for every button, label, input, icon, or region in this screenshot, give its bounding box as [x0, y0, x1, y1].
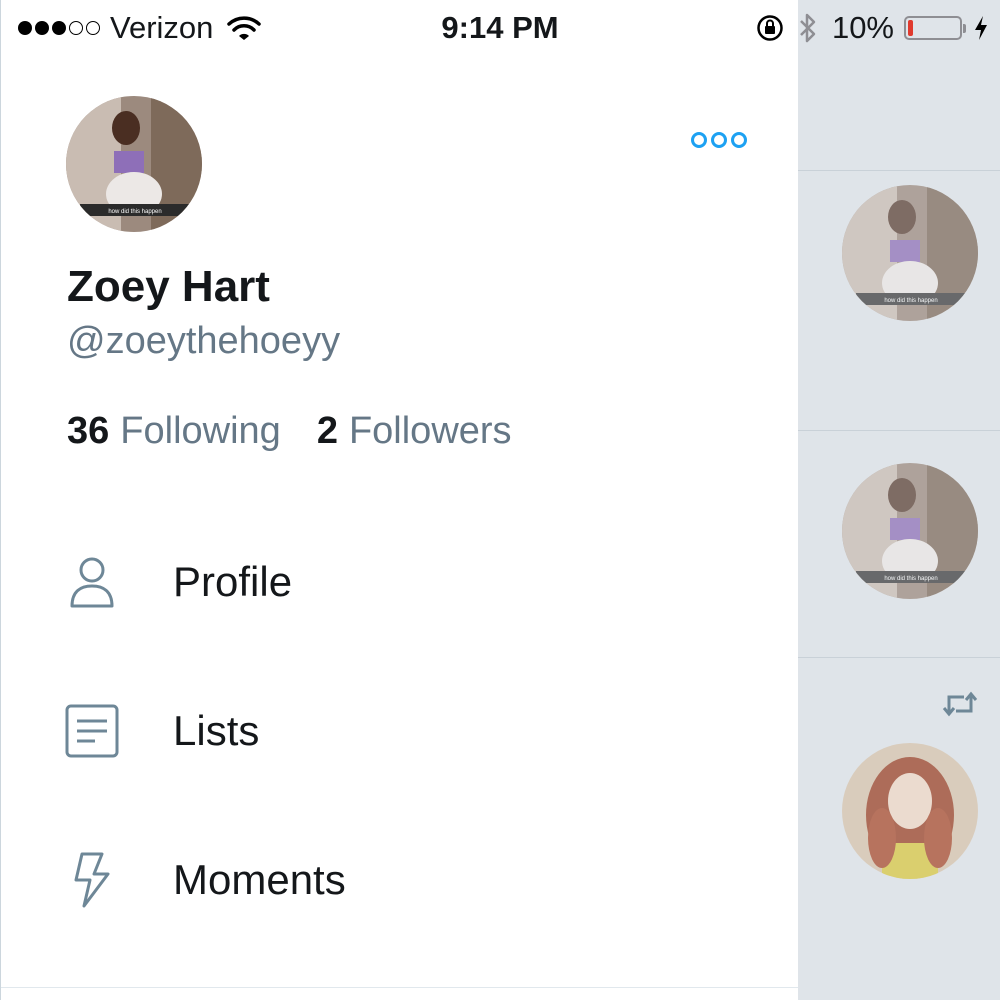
followers-count: 2 [316, 410, 338, 452]
followers-label: Followers [348, 410, 512, 452]
more-dot-icon [691, 132, 707, 148]
timeline-divider [798, 170, 1000, 171]
drawer-divider [1, 987, 798, 988]
more-dot-icon [731, 132, 747, 148]
following-link[interactable]: 36 Following [67, 410, 281, 453]
profile-handle: @zoeythehoeyy [67, 320, 341, 362]
battery-percent: 10% [831, 10, 894, 45]
timeline-avatar[interactable]: how did this happen [842, 463, 978, 599]
status-bar: Verizon 9:14 PM 10% [0, 0, 1000, 56]
battery-level [908, 20, 913, 36]
menu-item-label: Lists [173, 707, 260, 754]
svg-text:how did this happen: how did this happen [884, 576, 937, 582]
followers-link[interactable]: 2 Followers [317, 410, 512, 453]
timeline-avatar[interactable]: how did this happen [842, 185, 978, 321]
bluetooth-icon [800, 13, 816, 43]
person-icon [65, 555, 119, 609]
menu-item-profile[interactable]: Profile [1, 527, 799, 637]
more-options-button[interactable] [689, 130, 749, 150]
follow-counts: 36 Following 2 Followers [67, 410, 512, 453]
timeline-avatar[interactable] [842, 743, 978, 879]
menu-item-lists[interactable]: Lists [1, 676, 799, 786]
timeline-background: how did this happen how did this happen [798, 0, 1000, 1000]
orientation-lock-icon [757, 15, 783, 41]
following-count: 36 [67, 410, 110, 452]
timeline-divider [798, 657, 1000, 658]
side-drawer: how did this happen Zoey Hart @zoeytheho… [0, 0, 798, 1000]
menu-item-label: Moments [173, 856, 346, 903]
list-icon [65, 704, 119, 758]
profile-name: Zoey Hart [67, 262, 270, 311]
menu-item-moments[interactable]: Moments [1, 825, 799, 935]
charging-bolt-icon [975, 16, 987, 40]
battery-icon [904, 16, 966, 40]
menu-item-label: Profile [173, 558, 293, 605]
profile-avatar[interactable]: how did this happen [66, 96, 202, 232]
timeline-divider [798, 430, 1000, 431]
svg-text:how did this happen: how did this happen [884, 298, 937, 304]
following-label: Following [120, 410, 281, 452]
svg-text:how did this happen: how did this happen [108, 209, 161, 215]
more-dot-icon [711, 132, 727, 148]
retweet-icon[interactable] [942, 688, 978, 720]
lightning-icon [65, 852, 119, 908]
